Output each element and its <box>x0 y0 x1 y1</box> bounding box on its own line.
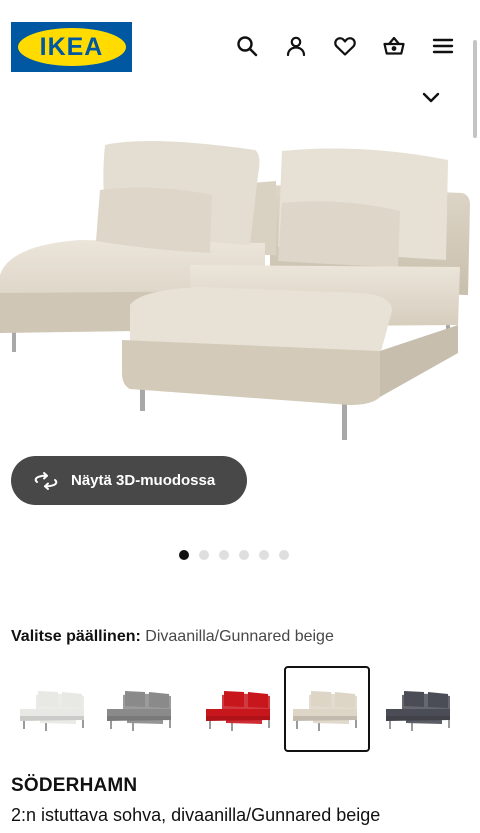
menu-icon[interactable] <box>430 33 456 59</box>
product-name: SÖDERHAMN <box>11 775 138 796</box>
sofa-thumbnail-icon <box>293 691 357 731</box>
logo-oval: IKEA <box>17 28 126 66</box>
basket-icon[interactable] <box>381 33 407 59</box>
gallery-dot[interactable] <box>219 550 229 560</box>
sofa-thumbnail-icon <box>386 691 450 731</box>
cover-swatch-grey[interactable] <box>98 666 184 752</box>
user-icon[interactable] <box>283 33 309 59</box>
rotate-3d-icon <box>34 471 58 490</box>
search-icon[interactable] <box>234 33 260 59</box>
cover-swatch-dark-grey[interactable] <box>377 666 463 752</box>
cover-selection-line: Valitse päällinen: Divaanilla/Gunnared b… <box>11 628 334 646</box>
heart-icon[interactable] <box>332 33 358 59</box>
cover-swatch-beige[interactable] <box>284 666 370 752</box>
cover-value: Divaanilla/Gunnared beige <box>145 628 334 645</box>
sofa-thumbnail-icon <box>107 691 171 731</box>
cover-swatches <box>0 666 480 752</box>
chevron-down-icon[interactable] <box>420 88 442 108</box>
cover-swatch-white[interactable] <box>11 666 97 752</box>
gallery-dot[interactable] <box>259 550 269 560</box>
view-3d-label: Näytä 3D-muodossa <box>71 472 216 489</box>
ikea-logo[interactable]: IKEA <box>11 22 132 72</box>
logo-text: IKEA <box>39 32 104 61</box>
product-description: 2:n istuttava sohva, divaanilla/Gunnared… <box>11 805 381 825</box>
site-header: IKEA <box>0 0 480 90</box>
gallery-dot[interactable] <box>239 550 249 560</box>
gallery-dot[interactable] <box>179 550 189 560</box>
gallery-dot[interactable] <box>199 550 209 560</box>
gallery-dot[interactable] <box>279 550 289 560</box>
sofa-thumbnail-icon <box>206 691 270 731</box>
cover-label: Valitse päällinen: <box>11 628 141 645</box>
view-3d-button[interactable]: Näytä 3D-muodossa <box>11 456 247 505</box>
product-image[interactable] <box>0 115 480 470</box>
gallery-pager <box>0 550 480 560</box>
sofa-thumbnail-icon <box>20 691 84 731</box>
cover-swatch-red[interactable] <box>197 666 283 752</box>
